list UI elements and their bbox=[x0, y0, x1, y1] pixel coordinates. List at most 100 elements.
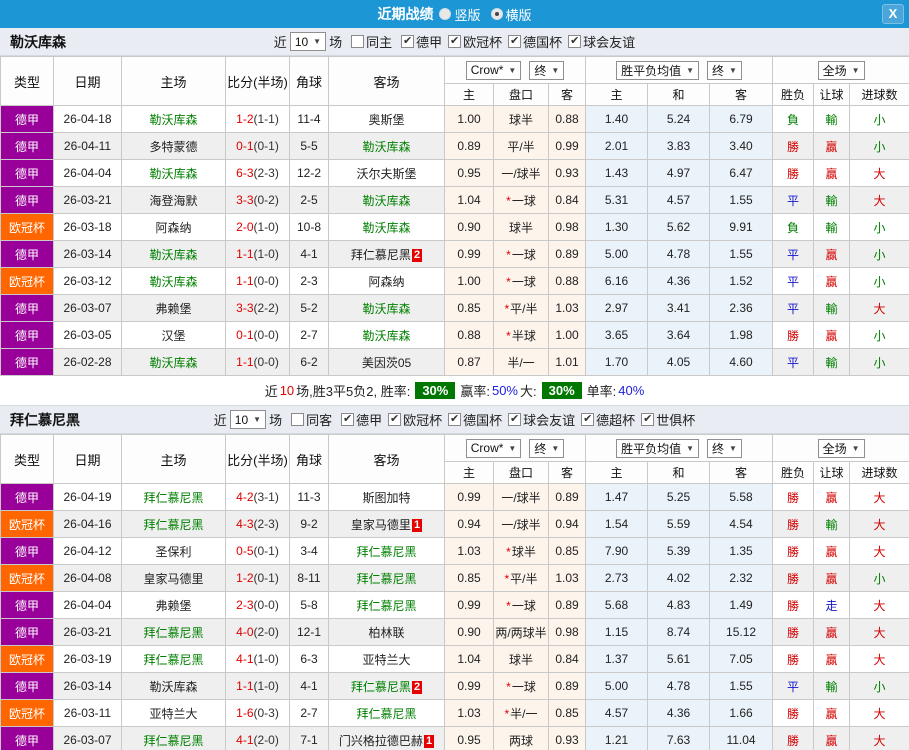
team-label: 拜仁慕尼黑 bbox=[356, 545, 416, 559]
radio-vertical-layout[interactable]: 竖版 bbox=[439, 5, 480, 24]
away-team-cell: 勒沃库森 bbox=[329, 187, 445, 214]
fulltime-select[interactable]: 全场▼ bbox=[818, 439, 865, 458]
handicap-line: 球半 bbox=[509, 221, 533, 235]
league-checkbox[interactable]: ✔欧冠杯 bbox=[448, 32, 502, 51]
same-away-checkbox[interactable]: 同客 bbox=[291, 410, 332, 429]
halftime-score: (1-0) bbox=[254, 679, 279, 693]
league-checkbox[interactable]: ✔德甲 bbox=[341, 410, 382, 429]
sub-avg-draw: 和 bbox=[648, 462, 710, 484]
fulltime-score: 0-1 bbox=[236, 139, 253, 153]
league-checkbox[interactable]: ✔德国杯 bbox=[448, 410, 502, 429]
league-checkbox[interactable]: ✔世俱杯 bbox=[641, 410, 695, 429]
favourite-star: * bbox=[504, 302, 509, 316]
league-checkbox[interactable]: ✔德国杯 bbox=[508, 32, 562, 51]
handicap-result-cell: 贏 bbox=[814, 241, 850, 268]
away-team-cell: 勒沃库森 bbox=[329, 295, 445, 322]
close-icon[interactable]: X bbox=[882, 4, 904, 24]
goals-result-cell: 小 bbox=[850, 214, 909, 241]
col-score: 比分(半场) bbox=[226, 57, 290, 106]
halftime-score: (0-0) bbox=[254, 274, 279, 288]
radio-horizontal-layout[interactable]: 横版 bbox=[491, 5, 532, 24]
favourite-star: * bbox=[506, 329, 511, 343]
home-team-cell: 勒沃库森 bbox=[122, 268, 226, 295]
bookmaker-select[interactable]: Crow* ▼ bbox=[466, 439, 522, 458]
result-cell: 平 bbox=[773, 673, 814, 700]
halftime-score: (1-1) bbox=[254, 112, 279, 126]
match-type-badge: 欧冠杯 bbox=[1, 646, 54, 673]
table-row: 德甲26-03-21海登海默3-3(0-2)2-5勒沃库森1.04*一球0.84… bbox=[1, 187, 909, 214]
match-date: 26-03-18 bbox=[54, 214, 122, 241]
chevron-down-icon: ▼ bbox=[508, 66, 516, 75]
corners-cell: 6-3 bbox=[290, 646, 329, 673]
handicap-line-cell: *平/半 bbox=[494, 565, 549, 592]
league-checkbox[interactable]: ✔德超杯 bbox=[581, 410, 635, 429]
team-label: 勒沃库森 bbox=[362, 329, 410, 343]
match-type-badge: 欧冠杯 bbox=[1, 511, 54, 538]
odds-time-select[interactable]: 终▼ bbox=[529, 61, 564, 80]
avg-win-odds: 1.40 bbox=[586, 106, 648, 133]
team-label: 汉堡 bbox=[161, 329, 185, 343]
away-team-cell: 拜仁慕尼黑 bbox=[329, 538, 445, 565]
match-date: 26-03-21 bbox=[54, 187, 122, 214]
goals-result-cell: 小 bbox=[850, 106, 909, 133]
chevron-down-icon: ▼ bbox=[508, 444, 516, 453]
rank-badge: 1 bbox=[424, 735, 434, 748]
matches-table-leverkusen: 类型 日期 主场 比分(半场) 角球 客场 Crow*▼ 终▼ 胜平负均值▼ 终… bbox=[0, 56, 909, 376]
league-filter-group: ✔德甲 ✔欧冠杯 ✔德国杯 ✔球会友谊 bbox=[395, 32, 635, 51]
chevron-down-icon: ▼ bbox=[729, 444, 737, 453]
odds-time-value: 终 bbox=[534, 62, 546, 79]
asian-away-odds: 0.98 bbox=[549, 619, 586, 646]
favourite-star: * bbox=[506, 599, 511, 613]
odds-time-value: 终 bbox=[534, 440, 546, 457]
fulltime-score: 1-1 bbox=[236, 247, 253, 261]
sub-goals: 进球数 bbox=[850, 84, 909, 106]
avg-draw-odds: 8.74 bbox=[648, 619, 710, 646]
asian-home-odds: 1.03 bbox=[445, 538, 494, 565]
team-label: 门兴格拉德巴赫 bbox=[339, 734, 423, 748]
league-checkbox[interactable]: ✔球会友谊 bbox=[568, 32, 635, 51]
league-checkbox[interactable]: ✔球会友谊 bbox=[508, 410, 575, 429]
sub-away: 客 bbox=[549, 462, 586, 484]
avg-win-odds: 7.90 bbox=[586, 538, 648, 565]
bookmaker-value: Crow* bbox=[471, 441, 504, 455]
league-checkbox[interactable]: ✔德甲 bbox=[401, 32, 442, 51]
table-row: 德甲26-03-21拜仁慕尼黑4-0(2-0)12-1柏林联0.90两/两球半0… bbox=[1, 619, 909, 646]
team-label: 皇家马德里 bbox=[351, 518, 411, 532]
home-team-cell: 弗赖堡 bbox=[122, 592, 226, 619]
radio-circle-icon bbox=[439, 8, 451, 20]
handicap-result-cell: 贏 bbox=[814, 538, 850, 565]
handicap-result-cell: 贏 bbox=[814, 646, 850, 673]
score-cell: 4-2(3-1) bbox=[226, 484, 290, 511]
matches-table-bayern: 类型 日期 主场 比分(半场) 角球 客场 Crow*▼ 终▼ 胜平负均值▼ 终… bbox=[0, 434, 909, 750]
team-label: 美因茨05 bbox=[362, 356, 411, 370]
wdl-average-select[interactable]: 胜平负均值▼ bbox=[616, 439, 699, 458]
games-count-select[interactable]: 10 ▼ bbox=[290, 32, 326, 51]
wdl-time-select[interactable]: 终▼ bbox=[707, 439, 742, 458]
avg-win-odds: 2.01 bbox=[586, 133, 648, 160]
corners-cell: 12-1 bbox=[290, 619, 329, 646]
wdl-time-select[interactable]: 终▼ bbox=[707, 61, 742, 80]
league-checkbox[interactable]: ✔欧冠杯 bbox=[388, 410, 442, 429]
bookmaker-select[interactable]: Crow*▼ bbox=[466, 61, 522, 80]
goals-result-cell: 大 bbox=[850, 727, 909, 750]
goals-result-cell: 小 bbox=[850, 268, 909, 295]
match-date: 26-04-04 bbox=[54, 160, 122, 187]
match-type-badge: 德甲 bbox=[1, 349, 54, 376]
odds-time-select[interactable]: 终▼ bbox=[529, 439, 564, 458]
checkbox-icon: ✔ bbox=[448, 35, 461, 48]
asian-away-odds: 1.01 bbox=[549, 349, 586, 376]
league-checkbox-label: 欧冠杯 bbox=[463, 32, 502, 51]
away-team-cell: 柏林联 bbox=[329, 619, 445, 646]
wdl-average-select[interactable]: 胜平负均值▼ bbox=[616, 61, 699, 80]
handicap-line-cell: 一/球半 bbox=[494, 511, 549, 538]
same-home-checkbox[interactable]: 同主 bbox=[351, 32, 392, 51]
corners-cell: 11-3 bbox=[290, 484, 329, 511]
handicap-line: 一/球半 bbox=[501, 167, 540, 181]
match-type-badge: 欧冠杯 bbox=[1, 268, 54, 295]
halftime-score: (1-0) bbox=[254, 247, 279, 261]
corners-cell: 10-8 bbox=[290, 214, 329, 241]
fulltime-select[interactable]: 全场▼ bbox=[818, 61, 865, 80]
games-count-select[interactable]: 10 ▼ bbox=[230, 410, 266, 429]
goals-result-cell: 小 bbox=[850, 673, 909, 700]
table-row: 德甲26-04-11多特蒙德0-1(0-1)5-5勒沃库森0.89平/半0.99… bbox=[1, 133, 909, 160]
